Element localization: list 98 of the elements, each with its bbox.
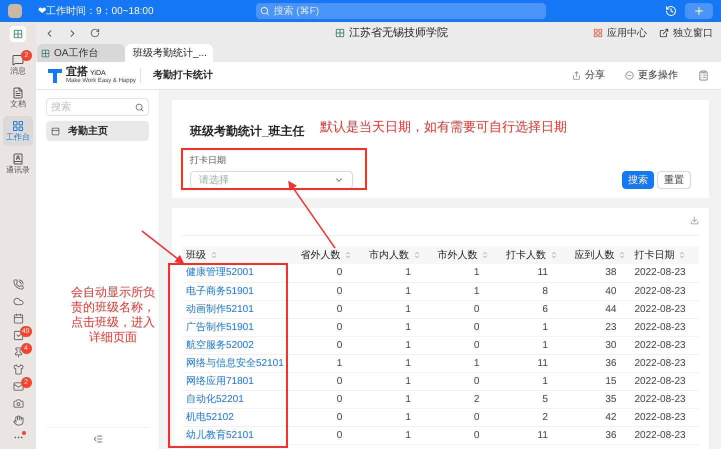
table-cell: 2022-08-23 [630,426,699,444]
browser-tab[interactable]: OA工作台 [37,44,125,62]
table-cell: 6 [493,300,562,318]
class-link[interactable]: 电子商务51901 [182,282,288,300]
table-cell: 38 [562,264,630,282]
table-cell: 0 [288,408,356,426]
table-cell: 2022-08-23 [630,408,699,426]
table-cell: 30 [562,336,630,354]
table-cell: 1 [356,390,425,408]
reset-button[interactable]: 重置 [657,171,691,189]
table-cell: 2022-08-23 [630,372,699,390]
class-link[interactable]: 网络与信息安全52101 [182,354,288,372]
page-title: 考勤打卡统计 [140,68,213,83]
table-cell: 1 [424,282,494,300]
column-header[interactable]: 班级 [182,246,288,264]
search-button[interactable]: 搜索 [622,171,654,189]
table-cell: 2022-08-23 [630,336,699,354]
table-cell: 2 [493,408,562,426]
table-cell: 0 [288,282,356,300]
logo-text: 宜搭 [66,67,88,78]
org-name[interactable]: 江苏省无锡技师学院 [349,24,448,42]
sidebar-search-input[interactable]: 搜索 [51,100,135,114]
table-cell: 2 [424,390,494,408]
column-header[interactable]: 打卡日期 [630,246,699,264]
field-label: 打卡日期 [190,154,227,168]
column-header[interactable]: 市内人数 [356,246,425,264]
table-cell: 0 [288,426,356,444]
class-link[interactable]: 航空服务52002 [182,336,288,354]
table-cell: 0 [424,318,494,336]
table-cell: 1 [493,336,562,354]
table-cell: 0 [424,372,494,390]
table-cell: 36 [562,354,630,372]
table-cell: 2022-08-23 [630,282,699,300]
table-cell: 1 [356,408,425,426]
class-link[interactable]: 健康管理52001 [182,264,288,282]
rail-item[interactable]: 文档 [3,83,33,113]
table-cell: 0 [424,426,494,444]
table-cell: 1 [356,354,425,372]
table-cell: 2022-08-23 [630,264,699,282]
table-cell: 1 [356,282,425,300]
table-cell: 0 [288,264,356,282]
sidebar-search-field[interactable]: 搜索 [46,98,149,116]
table-cell: 1 [493,372,562,390]
table-cell: 35 [562,390,630,408]
table-cell: 1 [356,426,425,444]
annotation-text: 默认是当天日期，如有需要可自行选择日期 [320,118,567,136]
table-cell: 2022-08-23 [630,354,699,372]
table-cell: 1 [356,264,425,282]
table-cell: 0 [424,408,494,426]
table-cell: 1 [288,354,356,372]
column-header[interactable]: 省外人数 [288,246,356,264]
table-cell: 11 [493,264,562,282]
app-center-button[interactable]: 应用中心 [593,26,647,40]
column-header[interactable]: 应到人数 [562,246,630,264]
class-link[interactable]: 幼儿教育52101 [182,426,288,444]
table-cell: 44 [562,300,630,318]
sidebar-item[interactable]: 考勤主页 [46,121,149,141]
table-cell: 1 [356,372,425,390]
table-cell: 2022-08-23 [630,318,699,336]
table-cell: 23 [562,318,630,336]
table-cell: 0 [288,336,356,354]
form-title: 班级考勤统计_班主任 [190,123,305,140]
class-link[interactable]: 自动化52201 [182,390,288,408]
table-cell: 1 [493,318,562,336]
column-header[interactable]: 市外人数 [424,246,494,264]
table-cell: 40 [562,282,630,300]
table-cell: 8 [493,282,562,300]
table-cell: 1 [356,300,425,318]
class-link[interactable]: 机电52102 [182,408,288,426]
class-link[interactable]: 动画制作52101 [182,300,288,318]
table-cell: 5 [493,390,562,408]
header-action[interactable]: 分享 [572,68,605,83]
table-cell: 1 [356,318,425,336]
table-cell: 11 [493,354,562,372]
header-action[interactable]: 更多操作 [625,68,678,83]
class-link[interactable]: 网络应用71801 [182,372,288,390]
rail-item[interactable]: 通讯录 [3,149,33,179]
standalone-window-button[interactable]: 独立窗口 [659,26,713,40]
table-cell: 11 [493,426,562,444]
table-cell: 1 [424,264,494,282]
table-cell: 42 [562,408,630,426]
work-time: ❤工作时间：9：00~18:00 [38,4,155,18]
table-cell: 1 [424,354,494,372]
table-cell: 2022-08-23 [630,300,699,318]
table-cell: 0 [288,372,356,390]
class-link[interactable]: 广告制作51901 [182,318,288,336]
table-cell: 0 [288,318,356,336]
table-cell: 1 [356,336,425,354]
table-cell: 15 [562,372,630,390]
table-cell: 0 [424,300,494,318]
column-header[interactable]: 打卡人数 [493,246,562,264]
table-cell: 0 [424,336,494,354]
table-cell: 2022-08-23 [630,390,699,408]
table-cell: 0 [288,300,356,318]
table-cell: 0 [288,390,356,408]
annotation-text: 会自动显示所负责的班级名称，点击班级，进入详细页面 [70,285,156,345]
browser-tab[interactable]: 班级考勤统计_... [125,44,213,62]
table-cell: 36 [562,426,630,444]
